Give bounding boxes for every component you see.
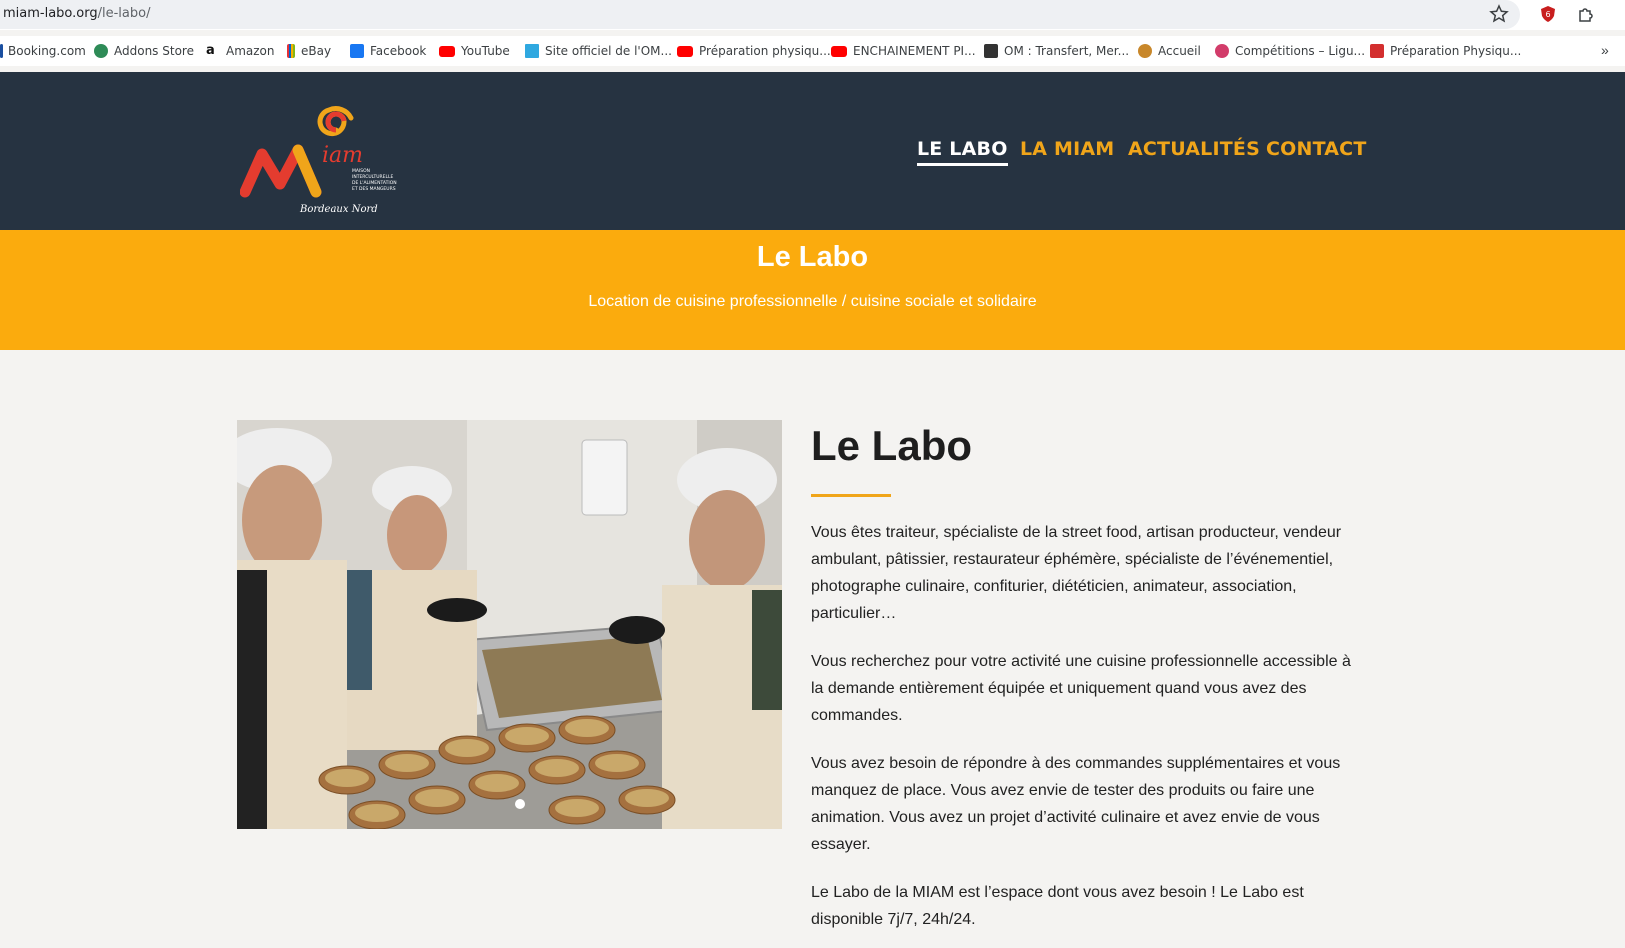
amazon-icon: a — [206, 43, 215, 58]
bookmark-booking[interactable]: Booking.com — [0, 42, 86, 60]
main-content: Le Labo Vous êtes traiteur, spécialiste … — [811, 420, 1356, 948]
bookmark-enchainement[interactable]: ENCHAINEMENT PI... — [831, 42, 976, 60]
bookmark-facebook[interactable]: Facebook — [350, 42, 426, 60]
svg-text:Bordeaux Nord: Bordeaux Nord — [299, 204, 378, 215]
addons-icon — [94, 44, 108, 58]
bookmark-star-icon[interactable] — [1489, 4, 1509, 24]
svg-text:DE L'ALIMENTATION: DE L'ALIMENTATION — [352, 180, 397, 186]
bookmark-youtube[interactable]: YouTube — [439, 42, 510, 60]
svg-text:6: 6 — [1545, 10, 1550, 19]
miam-logo[interactable]: iam MAISON INTERCULTURELLE DE L'ALIMENTA… — [240, 92, 440, 217]
youtube-icon — [831, 45, 847, 57]
bookmark-accueil[interactable]: Accueil — [1138, 42, 1201, 60]
bookmark-om-transfert[interactable]: OM : Transfert, Mer... — [984, 42, 1129, 60]
browser-toolbar: miam-labo.org/le-labo/ 6 — [0, 0, 1625, 30]
bookmark-preparation-physique-1[interactable]: Préparation physiqu... — [677, 42, 831, 60]
kitchen-photo — [237, 420, 782, 829]
paragraph-3: Vous avez besoin de répondre à des comma… — [811, 755, 1341, 853]
facebook-icon — [350, 44, 364, 58]
slider-dot-1[interactable] — [515, 799, 525, 809]
paragraph-2: Vous recherchez pour votre activité une … — [811, 653, 1351, 724]
bookmark-ebay[interactable]: eBay — [287, 42, 331, 60]
bookmarks-bar: Booking.com Addons Store a Amazon eBay Fa… — [0, 36, 1625, 66]
bookmark-amazon[interactable]: a Amazon — [206, 42, 275, 60]
nav-actualites[interactable]: ACTUALITÉS — [1128, 138, 1260, 160]
svg-text:iam: iam — [322, 143, 363, 168]
svg-text:ET DES MANGEURS: ET DES MANGEURS — [352, 186, 396, 192]
banner-subtitle: Location de cuisine professionnelle / cu… — [588, 293, 1037, 310]
page-banner: Le Labo Location de cuisine professionne… — [0, 230, 1625, 350]
paragraph-1: Vous êtes traiteur, spécialiste de la st… — [811, 524, 1342, 622]
home-icon — [1138, 44, 1152, 58]
nav-la-miam[interactable]: LA MIAM — [1020, 138, 1114, 160]
title-divider — [811, 494, 891, 497]
ublock-shield-icon[interactable]: 6 — [1538, 4, 1558, 24]
bookmark-competitions[interactable]: Compétitions – Ligu... — [1215, 42, 1365, 60]
site-header: iam MAISON INTERCULTURELLE DE L'ALIMENTA… — [0, 72, 1625, 230]
nav-le-labo[interactable]: LE LABO — [917, 138, 1008, 166]
league-icon — [1215, 44, 1229, 58]
runner-icon — [1370, 44, 1384, 58]
youtube-icon — [439, 45, 455, 57]
bookmark-om-site[interactable]: Site officiel de l'OM... — [525, 42, 672, 60]
content-title: Le Labo — [811, 422, 973, 469]
youtube-icon — [677, 45, 693, 57]
kitchen-photo-slider[interactable] — [237, 420, 782, 829]
news-icon — [984, 44, 998, 58]
booking-icon — [0, 44, 3, 58]
om-icon — [525, 44, 539, 58]
svg-text:MAISON: MAISON — [352, 168, 370, 174]
address-bar[interactable]: miam-labo.org/le-labo/ — [0, 0, 1520, 29]
bookmark-addons-store[interactable]: Addons Store — [94, 42, 194, 60]
bookmark-preparation-physique-2[interactable]: Préparation Physiqu... — [1370, 42, 1521, 60]
extensions-icon[interactable] — [1576, 4, 1596, 24]
bookmarks-overflow-button[interactable]: » — [1601, 42, 1609, 58]
ebay-icon — [287, 44, 295, 58]
nav-contact[interactable]: CONTACT — [1266, 138, 1367, 160]
nav-active-underline — [917, 163, 1008, 166]
svg-text:INTERCULTURELLE: INTERCULTURELLE — [352, 174, 394, 180]
banner-title: Le Labo — [756, 241, 869, 273]
paragraph-4: Le Labo de la MIAM est l’espace dont vou… — [811, 884, 1304, 928]
url-text[interactable]: miam-labo.org/le-labo/ — [3, 6, 150, 21]
